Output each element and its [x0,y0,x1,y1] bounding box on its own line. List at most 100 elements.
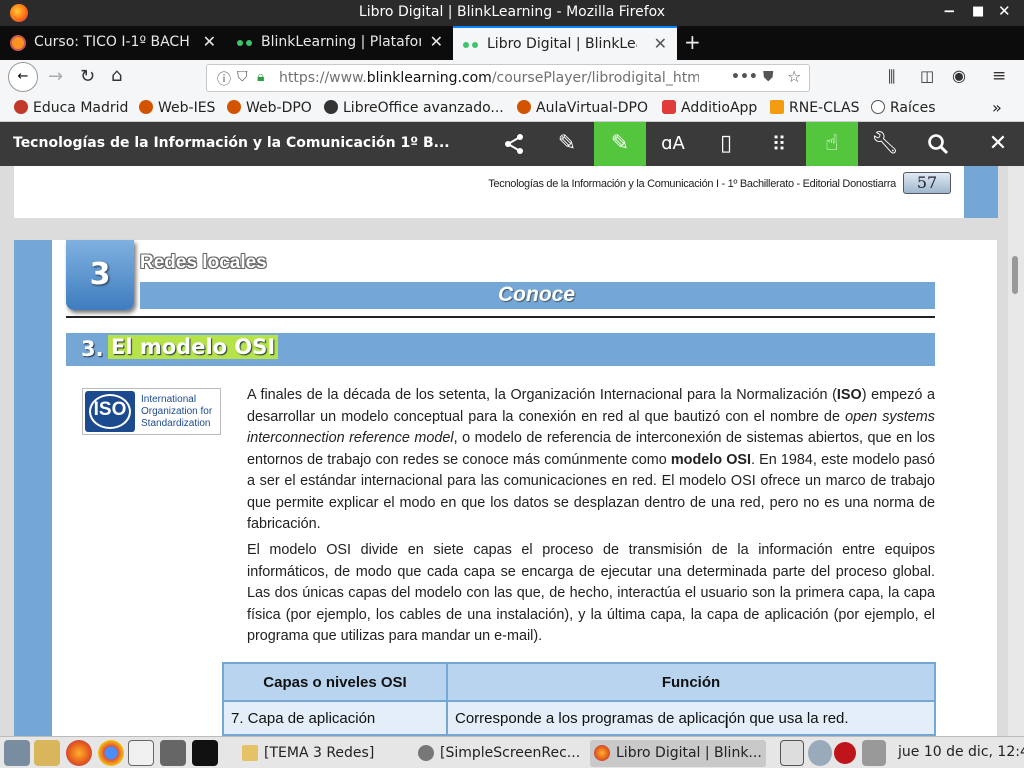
tab-strip: Curso: TICO I-1º BACH ✕ BlinkLearning | … [0,26,1024,60]
notes-icon[interactable] [128,740,154,766]
menu-icon[interactable]: ≡ [992,66,1006,86]
table-row: 7. Capa de aplicación Corresponde a los … [222,700,936,736]
sidebar-icon[interactable]: ◫ [920,67,934,85]
editor-icon[interactable] [34,740,60,766]
bookmark-aulavirtual[interactable]: AulaVirtual-DPO [517,100,648,116]
tab-blink-platform[interactable]: BlinkLearning | Plataform ✕ [227,26,453,60]
pencil-icon[interactable]: ✎ [541,122,593,166]
terminal-icon[interactable] [192,740,218,766]
address-bar[interactable]: ⓘ ⛉ 🔒︎ https://www.blinklearning.com/cou… [206,64,810,92]
bookmark-icon [14,100,28,114]
close-icon[interactable]: ✕ [972,122,1024,166]
touch-icon[interactable]: ☝ [806,122,858,166]
previous-page-bottom: Tecnologías de la Información y la Comun… [14,166,964,218]
network-icon[interactable] [780,740,804,766]
tracking-shield-icon[interactable]: ⛉ [237,69,248,85]
tab-moodle-course[interactable]: Curso: TICO I-1º BACH ✕ [0,26,226,60]
moodle-icon [10,35,26,51]
apps-menu-icon[interactable] [4,740,30,766]
bookmark-web-ies[interactable]: Web-IES [139,100,215,116]
close-window-icon[interactable]: ✕ [998,2,1011,20]
bookmark-rne-clas[interactable]: RNE-CLAS [770,100,859,116]
new-tab-icon[interactable]: + [684,30,701,54]
library-icon[interactable]: ⫼ [888,67,895,87]
scrollbar-thumb[interactable] [1012,256,1018,294]
wrench-icon[interactable]: 🔧︎ [859,122,911,166]
section-heading: 3. El modelo OSI [66,333,935,366]
bookmark-libreoffice[interactable]: LibreOffice avanzado... [324,100,504,116]
grid-icon[interactable]: ⠿ [753,122,805,166]
account-icon[interactable]: ◉ [952,66,966,85]
clock[interactable]: jue 10 de dic, 12:45 [898,744,1024,760]
paragraph-iso: A finales de la década de los setenta, l… [247,387,935,532]
divider [66,316,935,318]
tab-label: Curso: TICO I-1º BACH [34,34,190,50]
task-tema3-redes[interactable]: [TEMA 3 Redes] [238,740,406,767]
info-icon[interactable]: ⓘ [217,69,231,89]
firefox-icon [594,745,610,761]
url-text: https://www.blinklearning.com/coursePlay… [279,70,699,86]
bookmark-icon [770,100,784,114]
screenshot-icon[interactable] [160,740,186,766]
window-titlebar: Libro Digital | BlinkLearning - Mozilla … [0,0,1024,26]
firefox-icon[interactable] [66,740,92,766]
tab-label: BlinkLearning | Plataform [261,34,421,50]
tab-libro-digital[interactable]: Libro Digital | BlinkLearn ✕ [453,26,677,60]
book-viewport: Tecnologías de la Información y la Comun… [0,166,1024,736]
bookmark-additioapp[interactable]: AdditioApp [662,100,757,116]
section-title: El modelo OSI [108,335,279,359]
close-tab-icon[interactable]: ✕ [430,32,443,51]
bookmark-icon [662,100,676,114]
minimize-icon[interactable]: − [943,2,956,20]
note-icon[interactable]: ▯ [700,122,752,166]
highlighter-icon[interactable]: ✎ [594,122,646,166]
osi-layers-table: Capas o niveles OSI Función 7. Capa de a… [222,662,936,736]
search-icon[interactable] [912,122,964,166]
table-header-row: Capas o niveles OSI Función [222,662,936,702]
table-cell: Corresponde a los programas de aplicació… [446,700,936,736]
chrome-icon[interactable] [98,740,124,766]
forward-icon[interactable]: → [48,66,63,87]
scrollbar[interactable] [1008,166,1024,736]
paragraph-osi-layers: El modelo OSI divide en siete capas el p… [247,542,935,644]
bookmark-web-dpo[interactable]: Web-DPO [227,100,312,116]
more-bookmarks-icon[interactable]: » [992,98,1002,117]
bookmark-educa-madrid[interactable]: Educa Madrid [14,100,128,116]
blink-icon [237,35,253,51]
table-header: Capas o niveles OSI [222,662,448,702]
lock-icon[interactable]: 🔒︎ [257,69,264,85]
chapter-number: 3 [66,240,134,310]
reload-icon[interactable]: ↻ [80,66,95,87]
bookmark-raices[interactable]: Raíces [871,100,936,116]
bookmark-icon [324,100,338,114]
volume-icon[interactable] [862,740,886,766]
table-header: Función [446,662,936,702]
iso-caption: International Organization for Standardi… [141,394,213,429]
back-icon[interactable]: ← [8,62,38,92]
page-edge-band [964,166,998,218]
chapter-title: Redes locales [140,252,267,273]
blink-icon [463,37,479,53]
page-running-header: Tecnologías de la Información y la Comun… [488,178,896,190]
pocket-icon[interactable]: ⛊ [763,69,774,85]
folder-icon [242,745,258,761]
section-number: 3. [81,337,104,361]
task-simplescreenrecorder[interactable]: [SimpleScreenRec... [414,740,584,767]
reader-toolbar: Tecnologías de la Información y la Comun… [0,122,1024,166]
font-size-icon[interactable]: ɑA [647,122,699,166]
table-cell: 7. Capa de aplicación [222,700,448,736]
update-icon[interactable] [808,740,832,766]
window-title: Libro Digital | BlinkLearning - Mozilla … [358,4,666,20]
conoce-band: Conoce [140,282,935,309]
share-icon[interactable] [488,122,540,166]
home-icon[interactable]: ⌂ [111,65,122,86]
page-actions-icon[interactable]: ••• [731,69,758,85]
book-title: Tecnologías de la Información y la Comun… [13,135,450,151]
close-tab-icon[interactable]: ✕ [654,34,667,53]
bookmark-icon [139,100,153,114]
maximize-icon[interactable]: ■ [972,4,984,19]
record-icon[interactable] [834,742,856,764]
bookmark-star-icon[interactable]: ☆ [787,67,801,86]
close-tab-icon[interactable]: ✕ [203,32,216,51]
task-libro-digital[interactable]: Libro Digital | Blink... [590,740,766,767]
